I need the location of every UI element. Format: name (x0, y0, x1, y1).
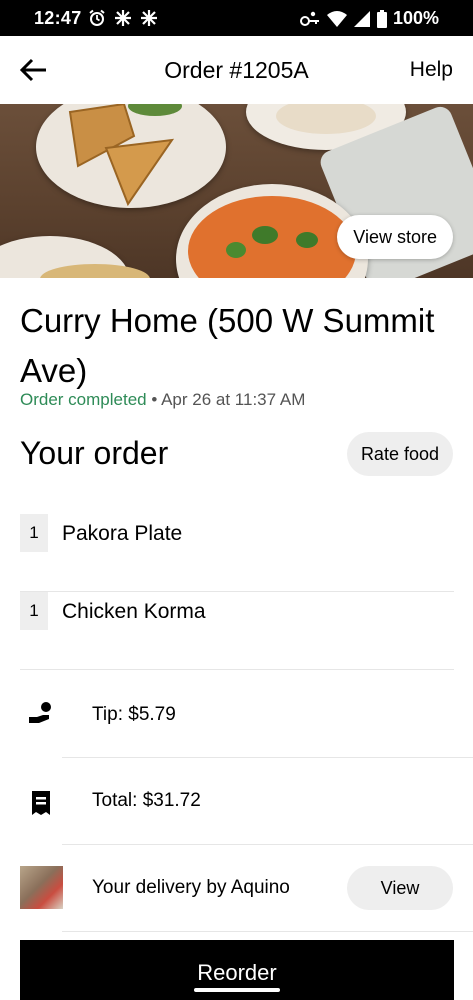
notification-icons (88, 9, 158, 27)
cilantro-garnish (296, 232, 318, 248)
status-bar: 12:47 100% (0, 0, 473, 36)
cilantro-garnish (252, 226, 278, 244)
rate-food-button[interactable]: Rate food (346, 432, 453, 476)
tip-amount: Tip: $5.79 (92, 704, 176, 725)
divider (62, 931, 473, 932)
vpn-key-icon (299, 11, 319, 26)
order-date: Apr 26 at 11:37 AM (161, 390, 306, 409)
status-separator: • (146, 390, 162, 409)
receipt-icon (26, 788, 56, 818)
item-name: Chicken Korma (62, 600, 206, 623)
item-quantity: 1 (20, 514, 48, 552)
status-time: 12:47 (34, 8, 82, 28)
order-item: 1 Pakora Plate (20, 514, 454, 592)
order-status: Order completed (20, 390, 147, 409)
alarm-icon (89, 9, 105, 26)
page-title: Order #1205A (164, 57, 309, 83)
battery-percent: 100% (392, 8, 439, 28)
order-item: 1 Chicken Korma (20, 592, 454, 670)
delivery-driver: Your delivery by Aquino (92, 877, 290, 898)
tip-row: Tip: $5.79 (0, 671, 473, 758)
view-delivery-button[interactable]: View (347, 866, 453, 910)
item-quantity: 1 (20, 592, 48, 630)
system-icons: 100% (299, 8, 439, 29)
total-amount: Total: $31.72 (92, 790, 201, 811)
your-order-heading: Your order (20, 435, 169, 471)
delivery-photo-thumbnail[interactable] (20, 866, 63, 909)
wifi-icon (326, 10, 347, 27)
cilantro-garnish (226, 242, 246, 258)
app-notification-icon (141, 10, 157, 26)
store-name: Curry Home (500 W Summit Ave) (20, 302, 435, 389)
app-header: Order #1205A Help (0, 36, 473, 104)
tip-hand-icon (26, 699, 56, 729)
order-status-line: Order completed • Apr 26 at 11:37 AM (20, 390, 305, 410)
signal-icon (353, 10, 370, 27)
item-name: Pakora Plate (62, 522, 183, 545)
samosa-image (68, 104, 175, 207)
total-row: Total: $31.72 (0, 758, 473, 845)
home-indicator[interactable] (194, 988, 280, 992)
help-button[interactable]: Help (410, 58, 453, 82)
view-store-button[interactable]: View store (337, 215, 453, 259)
battery-icon (376, 9, 387, 28)
app-notification-icon (115, 10, 131, 26)
